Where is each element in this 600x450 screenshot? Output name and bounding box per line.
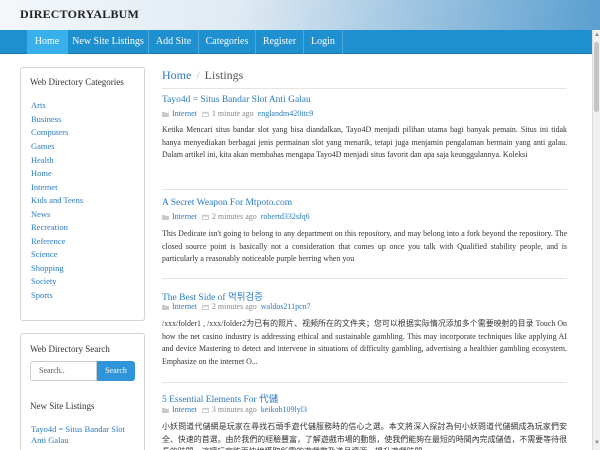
- listing-time: 3 minutes ago: [211, 405, 257, 414]
- category-link-kids-and-teens[interactable]: Kids and Teens: [31, 195, 83, 205]
- category-link-shopping[interactable]: Shopping: [31, 263, 64, 273]
- listing-divider: [162, 382, 567, 383]
- listing-title[interactable]: Tayo4d = Situs Bandar Slot Anti Galau: [162, 95, 311, 105]
- nav-add-site[interactable]: Add Site: [148, 30, 198, 54]
- category-link-business[interactable]: Business: [31, 114, 61, 124]
- folder-icon: [162, 407, 169, 413]
- new-site-link[interactable]: Tayo4d = Situs Bandar Slot Anti Galau: [31, 424, 141, 445]
- calendar-icon: [201, 111, 209, 117]
- category-link-news[interactable]: News: [31, 209, 50, 219]
- category-link-society[interactable]: Society: [31, 276, 57, 286]
- calendar-icon: [201, 214, 209, 220]
- search-input[interactable]: Search..: [30, 361, 97, 381]
- category-link-games[interactable]: Games: [31, 141, 55, 151]
- folder-icon: [162, 304, 169, 310]
- listing-user[interactable]: waldos211pcn7: [261, 302, 311, 311]
- listing-description: This Dedicate isn't going to belong to a…: [162, 229, 567, 264]
- search-button[interactable]: Search: [97, 361, 135, 381]
- listing-time: 1 minute ago: [211, 109, 254, 118]
- listing-user[interactable]: keikob109lyl3: [261, 405, 307, 414]
- listing-divider: [162, 278, 567, 279]
- listing-title[interactable]: The Best Side of 먹튀검증: [162, 289, 263, 303]
- listing-category[interactable]: Internet: [172, 405, 197, 414]
- folder-icon: [162, 214, 169, 220]
- breadcrumb-separator: /: [196, 68, 200, 82]
- category-link-internet[interactable]: Internet: [31, 182, 57, 192]
- listing-time: 2 minutes ago: [211, 302, 257, 311]
- folder-icon: [162, 111, 169, 117]
- listing-user[interactable]: robertd332sfq6: [261, 212, 310, 221]
- categories-title: Web Directory Categories: [30, 77, 124, 87]
- nav-new-site-listings[interactable]: New Site Listings: [67, 30, 148, 54]
- listing-title[interactable]: 5 Essential Elements For 代儲: [162, 391, 278, 405]
- listing-category[interactable]: Internet: [172, 109, 197, 118]
- nav-login[interactable]: Login: [303, 30, 343, 54]
- search-title: Web Directory Search: [30, 344, 110, 354]
- category-link-science[interactable]: Science: [31, 249, 57, 259]
- listing-description: Ketika Mencari situs bandar slot yang bi…: [162, 125, 567, 160]
- site-header: DIRECTORYALBUM: [0, 0, 600, 30]
- breadcrumb-home[interactable]: Home: [162, 68, 191, 82]
- new-sites-title: New Site Listings: [30, 401, 95, 411]
- breadcrumb: Home / Listings: [162, 68, 243, 83]
- nav-categories[interactable]: Categories: [198, 30, 255, 54]
- listing-category[interactable]: Internet: [172, 212, 197, 221]
- category-link-health[interactable]: Health: [31, 155, 54, 165]
- site-brand[interactable]: DIRECTORYALBUM: [20, 7, 139, 22]
- page-scrollbar[interactable]: ▲ ▼: [592, 30, 600, 450]
- main-nav: Home New Site Listings Add Site Categori…: [0, 30, 592, 54]
- listing-time: 2 minutes ago: [211, 212, 257, 221]
- breadcrumb-divider: [162, 88, 567, 89]
- nav-register[interactable]: Register: [255, 30, 303, 54]
- calendar-icon: [201, 304, 209, 310]
- category-link-home[interactable]: Home: [31, 168, 52, 178]
- category-link-computers[interactable]: Computers: [31, 127, 68, 137]
- listing-title[interactable]: A Secret Weapon For Mtpoto.com: [162, 198, 292, 208]
- category-link-reference[interactable]: Reference: [31, 236, 65, 246]
- nav-home[interactable]: Home: [27, 30, 67, 54]
- listing-meta: Internet 3 minutes ago keikob109lyl3: [162, 405, 307, 414]
- listing-divider: [162, 189, 567, 190]
- scroll-down-arrow-icon[interactable]: ▼: [594, 440, 600, 446]
- category-link-sports[interactable]: Sports: [31, 290, 53, 300]
- calendar-icon: [201, 407, 209, 413]
- category-link-arts[interactable]: Arts: [31, 100, 46, 110]
- listing-user[interactable]: englandm420itc9: [258, 109, 314, 118]
- listing-meta: Internet 1 minute ago englandm420itc9: [162, 109, 313, 118]
- listing-meta: Internet 2 minutes ago waldos211pcn7: [162, 302, 311, 311]
- breadcrumb-current: Listings: [204, 68, 244, 82]
- listing-description: 小妖問道代儲網是玩家在尋找石頭手遊代儲服務時的信心之選。本文將深入探討為何小妖問…: [162, 422, 567, 450]
- category-link-recreation[interactable]: Recreation: [31, 222, 68, 232]
- listing-description: /xxx/folder1 , /xxx/folder2为已有的照片、视频所在的文…: [162, 319, 567, 366]
- listing-meta: Internet 2 minutes ago robertd332sfq6: [162, 212, 310, 221]
- listing-category[interactable]: Internet: [172, 302, 197, 311]
- scroll-up-arrow-icon[interactable]: ▲: [594, 32, 600, 38]
- scroll-thumb[interactable]: [594, 42, 599, 112]
